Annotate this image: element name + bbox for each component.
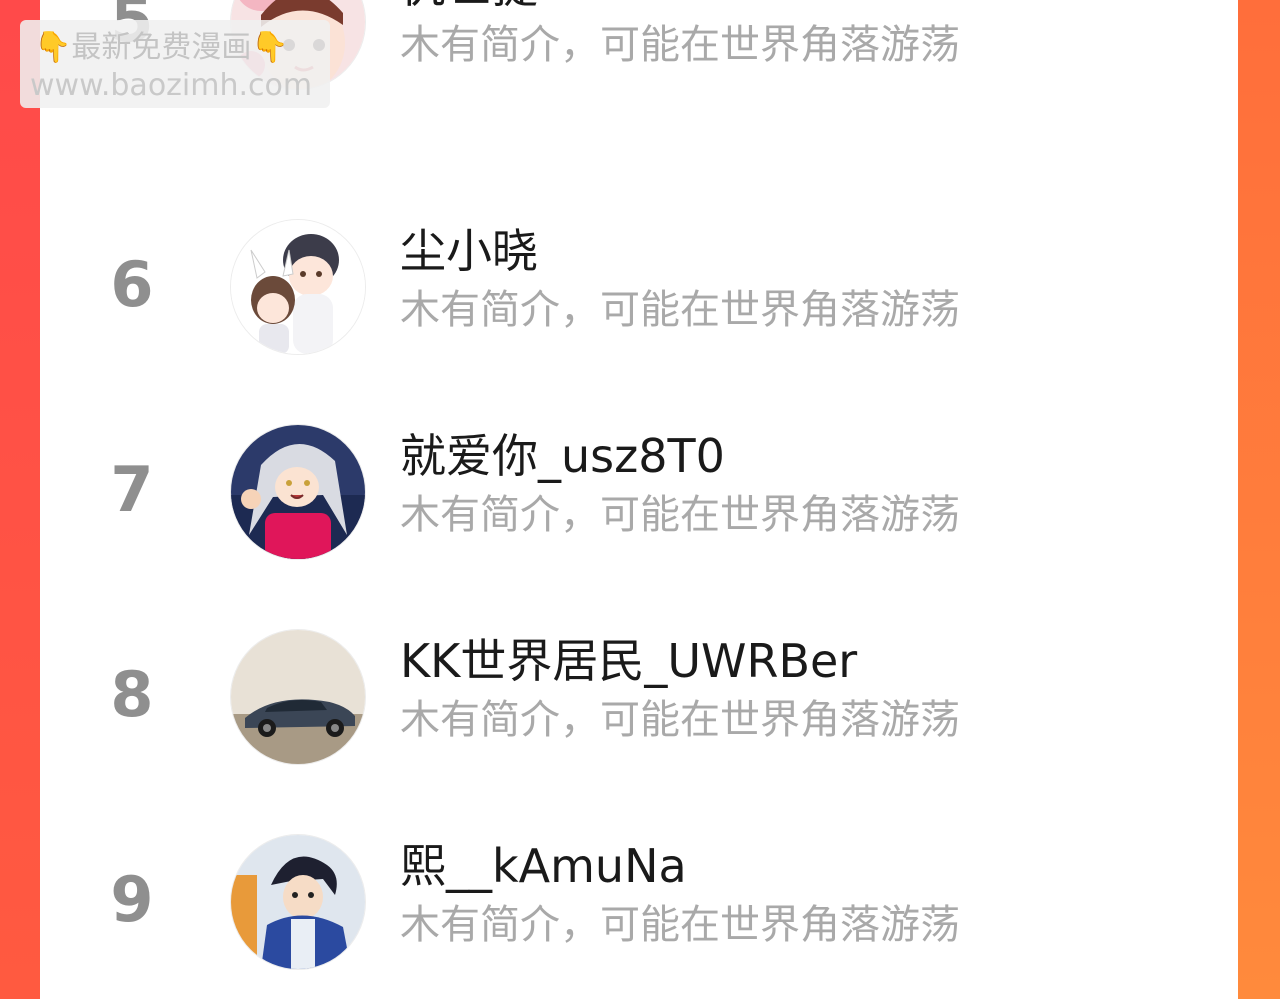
user-name[interactable]: 尘小晓	[400, 223, 538, 279]
ranking-list-panel: 5 仇世捷 木有简介，可能在世界角落游荡 6	[40, 0, 1238, 999]
user-name[interactable]: 就爱你_usz8T0	[400, 428, 725, 484]
user-bio: 木有简介，可能在世界角落游荡	[400, 22, 960, 68]
user-name[interactable]: 仇世捷	[400, 0, 538, 14]
avatar-image	[231, 425, 365, 559]
pointing-down-hand-icon: 👇	[34, 30, 72, 65]
right-background-edge	[1238, 0, 1280, 999]
rank-number: 6	[110, 248, 154, 321]
rank-number: 7	[110, 453, 154, 526]
user-bio: 木有简介，可能在世界角落游荡	[400, 287, 960, 333]
user-name[interactable]: KK世界居民_UWRBer	[400, 633, 857, 689]
watermark-url: www.baozimh.com	[30, 68, 313, 103]
ranking-row[interactable]: 9 熙__kAmuNa 木有简介，可能在世界角落游荡	[40, 820, 1238, 999]
rank-number: 9	[110, 863, 154, 936]
pointing-down-hand-icon: 👇	[251, 30, 289, 65]
ranking-row[interactable]: 6 尘小晓 木有简介，可能在世界角落游荡	[40, 205, 1238, 410]
ranking-row[interactable]: 7 就爱你_usz8T0 木有简介，可能在世界角落游荡	[40, 410, 1238, 615]
rank-number: 8	[110, 658, 154, 731]
user-avatar[interactable]	[230, 629, 366, 765]
user-avatar[interactable]	[230, 834, 366, 970]
site-watermark: 👇最新免费漫画👇 www.baozimh.com	[20, 20, 330, 108]
user-name[interactable]: 熙__kAmuNa	[400, 838, 687, 894]
user-bio: 木有简介，可能在世界角落游荡	[400, 902, 960, 948]
avatar-image	[231, 630, 365, 764]
left-background-edge	[0, 0, 40, 999]
user-avatar[interactable]	[230, 219, 366, 355]
user-avatar[interactable]	[230, 424, 366, 560]
avatar-image	[231, 835, 365, 969]
ranking-row[interactable]: 8 KK世界居民_UWRBer 木有简介，可能在世界角落游荡	[40, 615, 1238, 820]
user-bio: 木有简介，可能在世界角落游荡	[400, 697, 960, 743]
avatar-image	[231, 220, 365, 354]
watermark-title: 👇最新免费漫画👇	[34, 30, 289, 65]
user-bio: 木有简介，可能在世界角落游荡	[400, 492, 960, 538]
